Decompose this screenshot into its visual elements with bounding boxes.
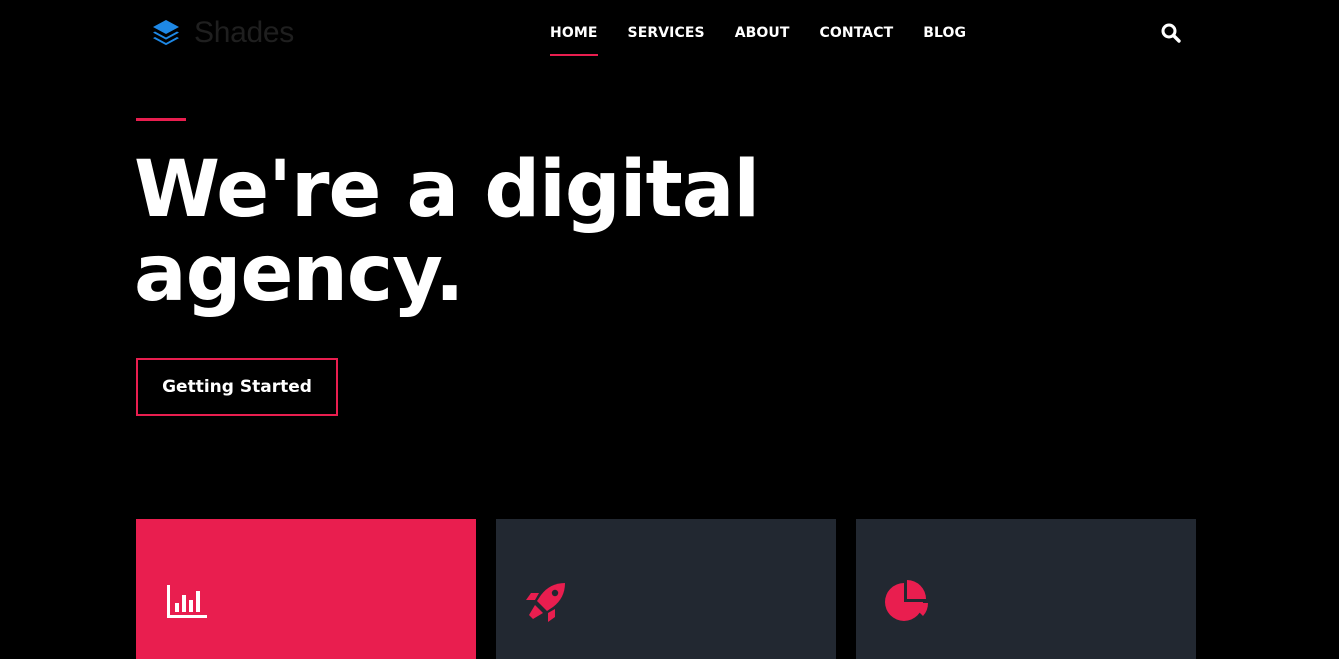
- brand-name: Shades: [194, 16, 294, 49]
- feature-card-launch[interactable]: [496, 519, 836, 659]
- nav-item-contact[interactable]: CONTACT: [805, 0, 909, 66]
- hero-title-line-2: agency.: [134, 229, 464, 319]
- nav-item-about[interactable]: ABOUT: [720, 0, 805, 66]
- hero-title: We're a digital agency.: [134, 148, 854, 316]
- main-nav: HOME SERVICES ABOUT CONTACT BLOG: [535, 0, 981, 66]
- search-icon[interactable]: [1160, 22, 1182, 44]
- brand-logo[interactable]: Shades: [150, 16, 294, 50]
- rocket-icon: [526, 583, 565, 622]
- nav-item-services[interactable]: SERVICES: [613, 0, 720, 66]
- hero-accent-rule: [136, 118, 186, 121]
- pie-chart-icon: [885, 580, 929, 621]
- feature-card-reports[interactable]: [856, 519, 1196, 659]
- getting-started-button[interactable]: Getting Started: [136, 358, 338, 416]
- bar-chart-icon: [167, 585, 207, 618]
- feature-card-analytics[interactable]: [136, 519, 476, 659]
- nav-item-blog[interactable]: BLOG: [908, 0, 981, 66]
- site-header: Shades HOME SERVICES ABOUT CONTACT BLOG: [0, 0, 1339, 66]
- hero-title-line-1: We're a digital: [134, 145, 760, 235]
- nav-item-home[interactable]: HOME: [535, 0, 613, 66]
- layers-icon: [153, 20, 179, 46]
